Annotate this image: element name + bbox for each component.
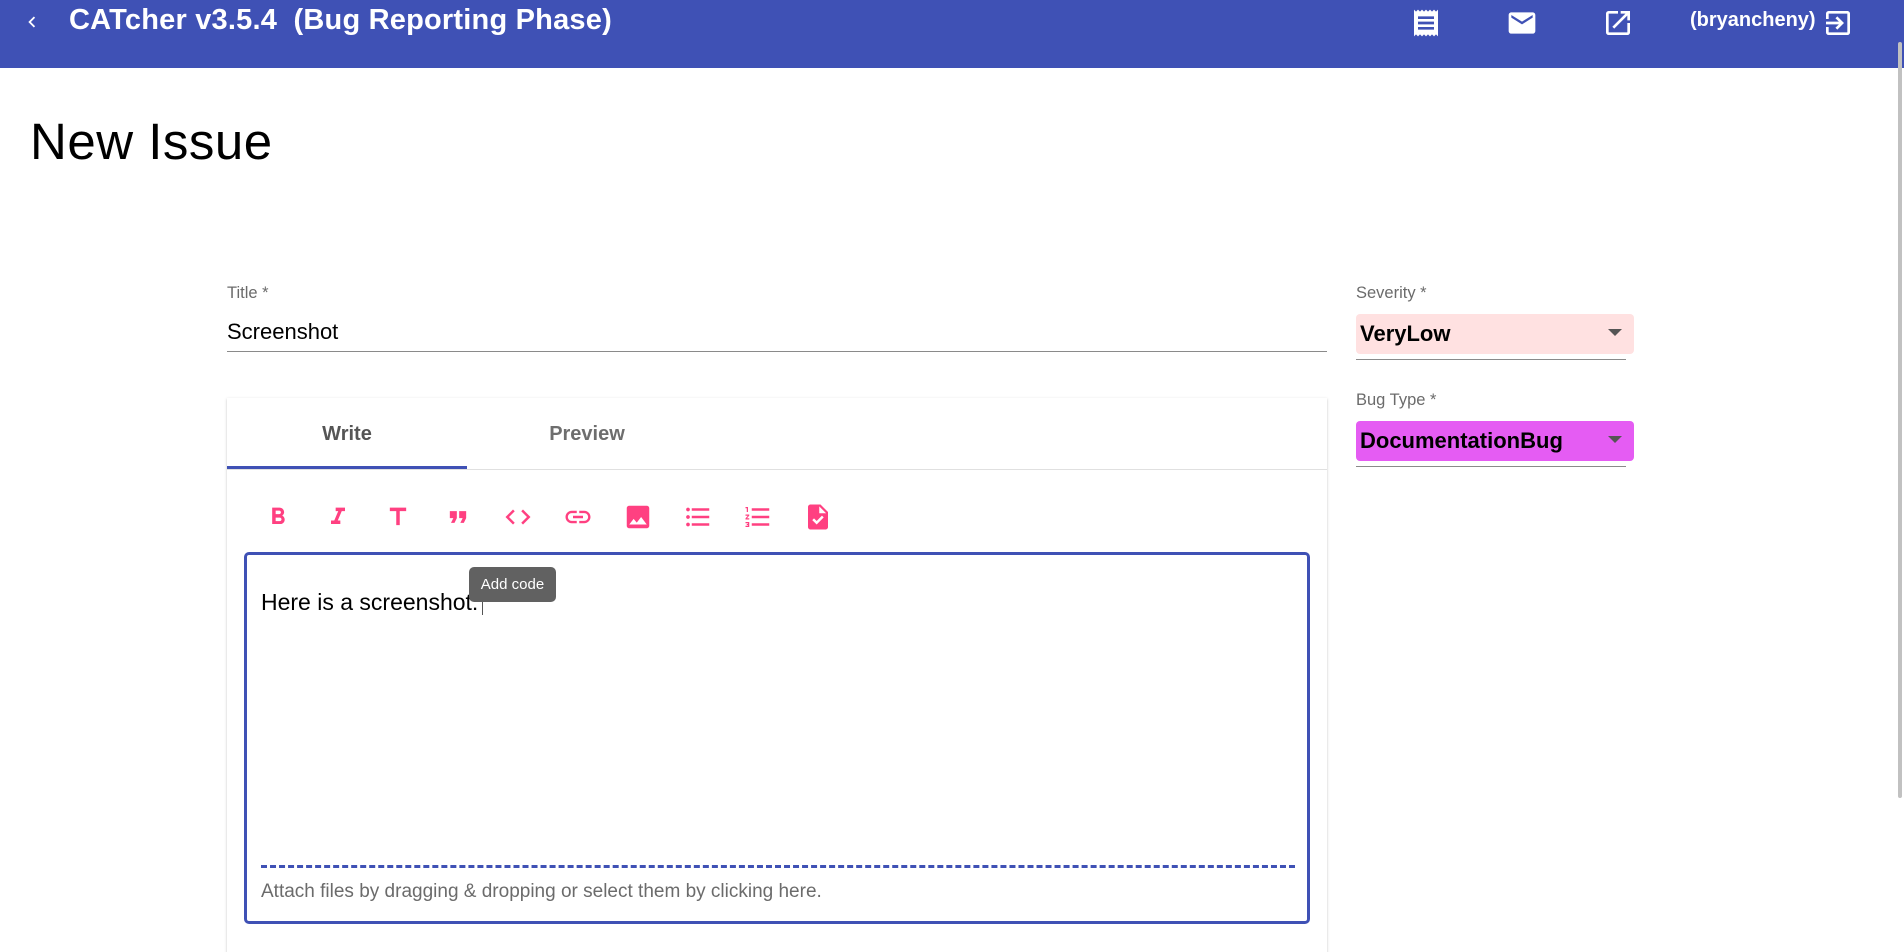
- link-icon[interactable]: [553, 492, 603, 542]
- severity-underline: [1356, 359, 1626, 360]
- page: CATcher v3.5.4 (Bug Reporting Phase) (br…: [0, 0, 1904, 952]
- title-input[interactable]: [227, 312, 1327, 352]
- mail-icon[interactable]: [1504, 5, 1540, 41]
- bug-type-label: Bug Type *: [1356, 391, 1437, 409]
- chevron-down-icon: [1608, 436, 1622, 443]
- severity-select[interactable]: VeryLow: [1356, 314, 1634, 354]
- app-title: CATcher v3.5.4 (Bug Reporting Phase): [69, 4, 612, 36]
- image-icon[interactable]: [613, 492, 663, 542]
- description-text: Here is a screenshot:: [261, 589, 484, 616]
- active-tab-indicator: [227, 466, 467, 469]
- bold-icon[interactable]: [253, 492, 303, 542]
- open-in-new-icon[interactable]: [1600, 5, 1636, 41]
- bug-type-underline: [1356, 466, 1626, 467]
- tab-preview[interactable]: Preview: [467, 398, 707, 470]
- code-tooltip: Add code: [469, 567, 556, 602]
- editor-tabs: Write Preview: [227, 398, 1327, 470]
- code-icon[interactable]: [493, 492, 543, 542]
- bug-type-value: DocumentationBug: [1360, 428, 1563, 453]
- tab-write[interactable]: Write: [227, 398, 467, 470]
- bulleted-list-icon[interactable]: [673, 492, 723, 542]
- page-title: New Issue: [30, 113, 273, 170]
- editor-card: Write Preview Here is a screenshot: Atta…: [227, 398, 1327, 952]
- quote-icon[interactable]: [433, 492, 483, 542]
- logout-icon[interactable]: [1820, 5, 1856, 41]
- chevron-down-icon: [1608, 329, 1622, 336]
- top-app-bar: CATcher v3.5.4 (Bug Reporting Phase) (br…: [0, 0, 1904, 68]
- italic-icon[interactable]: [313, 492, 363, 542]
- numbered-list-icon[interactable]: [733, 492, 783, 542]
- heading-icon[interactable]: [373, 492, 423, 542]
- description-textarea[interactable]: Here is a screenshot: Attach files by dr…: [244, 552, 1310, 924]
- markdown-toolbar: [253, 492, 853, 542]
- dropzone-divider: [261, 865, 1295, 868]
- description-body: Here is a screenshot:: [261, 589, 479, 615]
- user-name: (bryancheny): [1690, 9, 1816, 31]
- receipt-icon[interactable]: [1408, 5, 1444, 41]
- severity-label: Severity *: [1356, 284, 1427, 302]
- bug-type-select[interactable]: DocumentationBug: [1356, 421, 1634, 461]
- title-label: Title *: [227, 284, 269, 302]
- task-list-icon[interactable]: [793, 492, 843, 542]
- page-scrollbar[interactable]: [1898, 42, 1902, 798]
- severity-value: VeryLow: [1360, 321, 1451, 346]
- back-chevron-icon[interactable]: [16, 6, 48, 38]
- attach-files-dropzone[interactable]: Attach files by dragging & dropping or s…: [261, 881, 822, 903]
